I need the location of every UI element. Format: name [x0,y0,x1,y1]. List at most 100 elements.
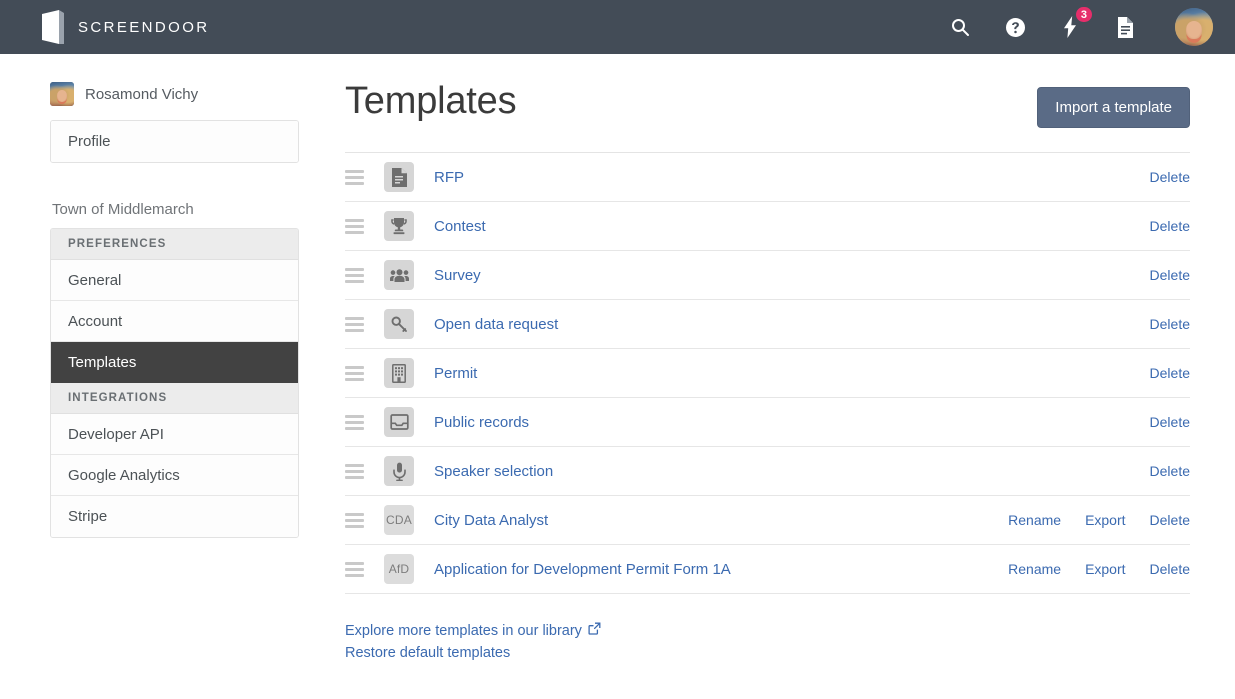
sidebar-item-label: Account [68,312,123,330]
row-actions: Delete [1150,316,1190,332]
drag-handle-icon[interactable] [345,463,364,479]
users-icon [384,260,414,290]
drag-handle-icon[interactable] [345,365,364,381]
sidebar-item-stripe[interactable]: Stripe [51,496,298,537]
import-template-button[interactable]: Import a template [1037,87,1190,128]
top-navigation-bar: SCREENDOOR 3 [0,0,1235,54]
sidebar-item-templates[interactable]: Templates [51,342,298,383]
template-name-link[interactable]: Speaker selection [434,463,553,480]
templates-list: RFP Delete Contest Delete Survey Delete Open d… [345,153,1190,594]
building-icon [384,358,414,388]
drag-handle-icon[interactable] [345,169,364,185]
link-label: Restore default templates [345,645,511,661]
sidebar-group-header-preferences: PREFERENCES [51,229,298,260]
delete-link[interactable]: Delete [1150,414,1190,430]
sidebar-item-label: General [68,271,122,289]
sidebar-group-header-integrations: INTEGRATIONS [51,383,298,414]
link-label: Explore more templates in our library [345,622,582,639]
search-icon[interactable] [949,16,971,38]
table-row: RFP Delete [345,153,1190,202]
drag-handle-icon[interactable] [345,218,364,234]
delete-link[interactable]: Delete [1150,463,1190,479]
delete-link[interactable]: Delete [1150,267,1190,283]
sidebar-item-label: Templates [68,353,137,371]
settings-nav-box: PREFERENCES General Account Templates IN… [50,228,299,538]
drag-handle-icon[interactable] [345,512,364,528]
delete-link[interactable]: Delete [1150,561,1190,577]
drag-handle-icon[interactable] [345,561,364,577]
external-link-icon [588,622,601,639]
sidebar-item-label: Profile [68,133,111,150]
top-nav-actions: 3 [949,5,1213,46]
delete-link[interactable]: Delete [1150,218,1190,234]
delete-link[interactable]: Delete [1150,512,1190,528]
template-name-link[interactable]: Survey [434,267,481,284]
template-name-link[interactable]: RFP [434,169,464,186]
table-row: Contest Delete [345,202,1190,251]
sidebar-item-label: Google Analytics [68,466,180,484]
sidebar-item-account[interactable]: Account [51,301,298,342]
drag-handle-icon[interactable] [345,316,364,332]
row-actions: Delete [1150,414,1190,430]
drag-handle-icon[interactable] [345,267,364,283]
document-icon[interactable] [1114,16,1136,38]
table-row: Permit Delete [345,349,1190,398]
screendoor-door-icon [42,10,64,44]
template-name-link[interactable]: City Data Analyst [434,512,548,529]
row-actions: Rename Export Delete [1008,561,1190,577]
main-content: Templates Import a template RFP Delete Con… [300,54,1235,661]
restore-defaults-link[interactable]: Restore default templates [345,645,510,661]
rename-link[interactable]: Rename [1008,512,1061,528]
template-name-link[interactable]: Application for Development Permit Form … [434,561,731,578]
sidebar-item-general[interactable]: General [51,260,298,301]
row-actions: Delete [1150,365,1190,381]
delete-link[interactable]: Delete [1150,169,1190,185]
page-header: Templates Import a template [345,80,1190,153]
table-row: CDA City Data Analyst Rename Export Delete [345,496,1190,545]
brand-logo[interactable]: SCREENDOOR [42,10,210,44]
table-row: Open data request Delete [345,300,1190,349]
key-icon [384,309,414,339]
sidebar-item-profile[interactable]: Profile [51,121,298,162]
template-name-link[interactable]: Permit [434,365,477,382]
organization-label: Town of Middlemarch [52,201,194,218]
export-link[interactable]: Export [1085,512,1125,528]
template-name-link[interactable]: Open data request [434,316,558,333]
row-actions: Delete [1150,218,1190,234]
microphone-icon [384,456,414,486]
table-row: Speaker selection Delete [345,447,1190,496]
sidebar: Rosamond Vichy Profile Town of Middlemar… [0,54,300,661]
sidebar-user-name: Rosamond Vichy [85,85,199,103]
row-actions: Delete [1150,267,1190,283]
rename-link[interactable]: Rename [1008,561,1061,577]
initials-icon: CDA [384,505,414,535]
template-name-link[interactable]: Contest [434,218,486,235]
table-row: Public records Delete [345,398,1190,447]
lightning-bolt-icon[interactable]: 3 [1059,5,1094,38]
table-row: Survey Delete [345,251,1190,300]
sidebar-item-google-analytics[interactable]: Google Analytics [51,455,298,496]
explore-library-link[interactable]: Explore more templates in our library [345,622,601,639]
trophy-icon [384,211,414,241]
page-title: Templates [345,80,517,122]
footer-links: Explore more templates in our library Res… [345,622,1190,661]
delete-link[interactable]: Delete [1150,316,1190,332]
row-actions: Delete [1150,463,1190,479]
drag-handle-icon[interactable] [345,414,364,430]
sidebar-user[interactable]: Rosamond Vichy [50,82,300,106]
row-actions: Delete [1150,169,1190,185]
export-link[interactable]: Export [1085,561,1125,577]
table-row: AfD Application for Development Permit Fo… [345,545,1190,594]
brand-name: SCREENDOOR [78,18,210,36]
page-body: Rosamond Vichy Profile Town of Middlemar… [0,54,1235,661]
template-name-link[interactable]: Public records [434,414,529,431]
sidebar-item-label: Developer API [68,425,164,443]
notification-badge: 3 [1073,5,1094,24]
row-actions: Rename Export Delete [1008,512,1190,528]
user-avatar-header[interactable] [1175,8,1213,46]
help-circle-icon[interactable] [1004,16,1026,38]
delete-link[interactable]: Delete [1150,365,1190,381]
avatar [50,82,74,106]
inbox-icon [384,407,414,437]
sidebar-item-developer-api[interactable]: Developer API [51,414,298,455]
